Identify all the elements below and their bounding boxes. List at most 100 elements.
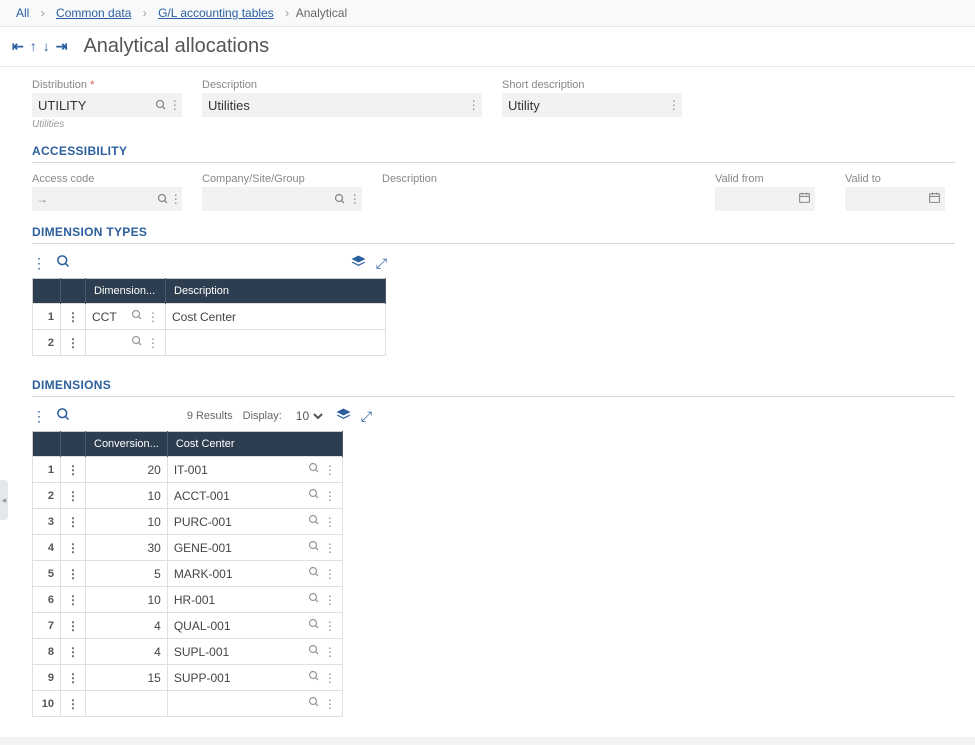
search-icon[interactable] <box>308 696 320 711</box>
row-menu[interactable]: ⋮ <box>61 509 86 535</box>
cost-center-cell[interactable]: GENE-001⋮ <box>167 535 342 561</box>
cost-center-cell[interactable]: HR-001⋮ <box>167 587 342 613</box>
search-icon[interactable] <box>157 187 170 211</box>
conversion-cell[interactable]: 10 <box>86 483 168 509</box>
row-menu[interactable]: ⋮ <box>61 535 86 561</box>
breadcrumb-common-data[interactable]: Common data <box>56 6 131 20</box>
access-code-input[interactable] <box>48 187 157 211</box>
more-icon[interactable]: ⋮ <box>324 645 336 659</box>
more-icon[interactable]: ⋮ <box>324 671 336 685</box>
expand-icon[interactable]: ⤢ <box>376 255 387 272</box>
col-dimension[interactable]: Dimension... <box>86 279 166 304</box>
row-menu[interactable]: ⋮ <box>61 561 86 587</box>
csg-input[interactable] <box>202 187 333 211</box>
cost-center-cell[interactable]: IT-001⋮ <box>167 457 342 483</box>
calendar-icon[interactable] <box>928 191 941 207</box>
sidebar-collapse-tab[interactable]: ◂ <box>0 480 8 520</box>
conversion-cell[interactable]: 4 <box>86 613 168 639</box>
more-icon[interactable]: ⋮ <box>324 619 336 633</box>
expand-icon[interactable]: ⤢ <box>361 408 372 425</box>
chevron-right-icon: › <box>143 6 147 20</box>
more-icon[interactable]: ⋮ <box>465 93 482 117</box>
search-icon[interactable] <box>153 93 167 117</box>
more-icon[interactable]: ⋮ <box>324 515 336 529</box>
cost-center-cell[interactable]: PURC-001⋮ <box>167 509 342 535</box>
more-icon[interactable]: ⋮ <box>324 541 336 555</box>
search-icon[interactable] <box>308 488 320 503</box>
row-menu[interactable]: ⋮ <box>61 330 86 356</box>
search-icon[interactable] <box>333 187 347 211</box>
dimension-code-cell[interactable]: ⋮ <box>86 330 166 356</box>
conversion-cell[interactable]: 20 <box>86 457 168 483</box>
next-record-icon[interactable]: ↓ <box>43 38 50 55</box>
col-conversion[interactable]: Conversion... <box>86 432 168 457</box>
search-icon[interactable] <box>308 540 320 555</box>
cost-center-cell[interactable]: MARK-001⋮ <box>167 561 342 587</box>
row-menu[interactable]: ⋮ <box>61 457 86 483</box>
more-icon[interactable]: ⋮ <box>32 255 46 272</box>
more-icon[interactable]: ⋮ <box>324 593 336 607</box>
search-icon[interactable] <box>308 566 320 581</box>
search-icon[interactable] <box>56 407 71 425</box>
col-description[interactable]: Description <box>166 279 386 304</box>
search-icon[interactable] <box>308 514 320 529</box>
cost-center-cell[interactable]: ACCT-001⋮ <box>167 483 342 509</box>
last-record-icon[interactable]: ⇥ <box>56 38 68 55</box>
dimension-code-cell[interactable]: CCT⋮ <box>86 304 166 330</box>
conversion-cell[interactable]: 5 <box>86 561 168 587</box>
distribution-input[interactable] <box>32 93 153 117</box>
search-icon[interactable] <box>308 618 320 633</box>
more-icon[interactable]: ⋮ <box>169 187 182 211</box>
more-icon[interactable]: ⋮ <box>168 93 182 117</box>
layers-icon[interactable] <box>336 407 351 425</box>
col-cost-center[interactable]: Cost Center <box>167 432 342 457</box>
layers-icon[interactable] <box>351 254 366 272</box>
table-row: 9⋮15SUPP-001⋮ <box>33 665 343 691</box>
row-menu[interactable]: ⋮ <box>61 639 86 665</box>
calendar-icon[interactable] <box>798 191 811 207</box>
conversion-cell[interactable] <box>86 691 168 717</box>
row-menu[interactable]: ⋮ <box>61 304 86 330</box>
row-menu[interactable]: ⋮ <box>61 483 86 509</box>
search-icon[interactable] <box>308 592 320 607</box>
more-icon[interactable]: ⋮ <box>324 489 336 503</box>
more-icon[interactable]: ⋮ <box>32 408 46 425</box>
more-icon[interactable]: ⋮ <box>147 336 159 350</box>
results-count: 9 Results <box>187 410 233 422</box>
more-icon[interactable]: ⋮ <box>324 463 336 477</box>
access-code-label: Access code <box>32 173 182 185</box>
short-description-input[interactable] <box>502 93 666 117</box>
breadcrumb-gl-tables[interactable]: G/L accounting tables <box>158 6 274 20</box>
more-icon[interactable]: ⋮ <box>147 310 159 324</box>
cost-center-cell[interactable]: QUAL-001⋮ <box>167 613 342 639</box>
search-icon[interactable] <box>56 254 71 272</box>
display-select[interactable]: 10 <box>292 408 326 424</box>
more-icon[interactable]: ⋮ <box>348 187 362 211</box>
conversion-cell[interactable]: 15 <box>86 665 168 691</box>
table-corner <box>33 432 61 457</box>
valid-to-label: Valid to <box>845 173 955 185</box>
row-menu[interactable]: ⋮ <box>61 691 86 717</box>
row-menu[interactable]: ⋮ <box>61 665 86 691</box>
row-menu[interactable]: ⋮ <box>61 613 86 639</box>
breadcrumb-all[interactable]: All <box>16 6 29 20</box>
conversion-cell[interactable]: 10 <box>86 587 168 613</box>
more-icon[interactable]: ⋮ <box>666 93 682 117</box>
cost-center-cell[interactable]: SUPP-001⋮ <box>167 665 342 691</box>
search-icon[interactable] <box>308 462 320 477</box>
cost-center-cell[interactable]: ⋮ <box>167 691 342 717</box>
search-icon[interactable] <box>308 644 320 659</box>
search-icon[interactable] <box>131 309 143 324</box>
search-icon[interactable] <box>308 670 320 685</box>
description-input[interactable] <box>202 93 465 117</box>
more-icon[interactable]: ⋮ <box>324 567 336 581</box>
cost-center-cell[interactable]: SUPL-001⋮ <box>167 639 342 665</box>
search-icon[interactable] <box>131 335 143 350</box>
conversion-cell[interactable]: 4 <box>86 639 168 665</box>
conversion-cell[interactable]: 30 <box>86 535 168 561</box>
first-record-icon[interactable]: ⇤ <box>12 38 24 55</box>
conversion-cell[interactable]: 10 <box>86 509 168 535</box>
more-icon[interactable]: ⋮ <box>324 697 336 711</box>
prev-record-icon[interactable]: ↑ <box>30 38 37 55</box>
row-menu[interactable]: ⋮ <box>61 587 86 613</box>
